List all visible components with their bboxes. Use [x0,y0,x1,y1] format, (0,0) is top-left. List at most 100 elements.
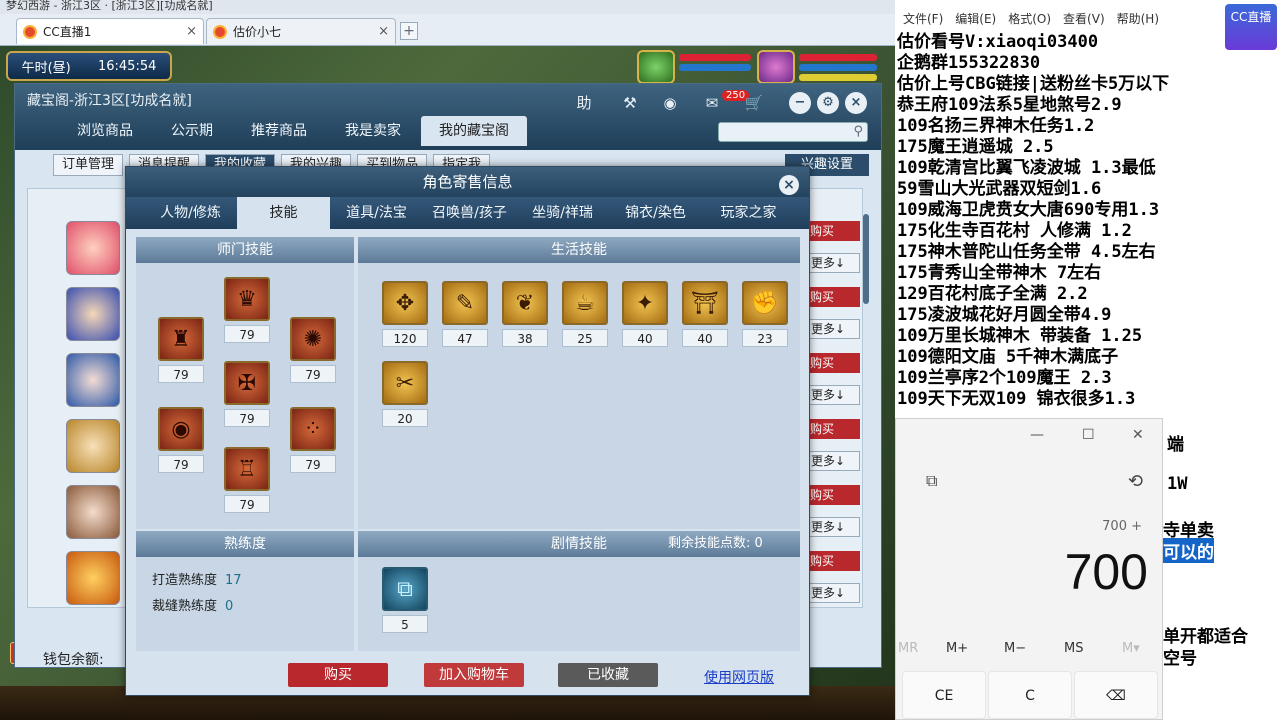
proficiency-value: 17 [225,573,242,588]
list-scrollbar[interactable] [863,214,869,304]
tab-clothes[interactable]: 锦衣/染色 [609,197,702,229]
more-button[interactable]: 更多↓ [806,451,860,471]
avatar[interactable] [66,419,120,473]
hammer-icon[interactable]: ⚒ [619,92,641,114]
more-button[interactable]: 更多↓ [806,253,860,273]
nav-seller[interactable]: 我是卖家 [327,116,419,146]
cbg-search-input[interactable]: ⚲ [718,122,868,142]
life-skill[interactable]: ✊ 23 [742,281,788,347]
more-button[interactable]: 更多↓ [806,385,860,405]
buy-button[interactable]: 购买 [806,287,860,307]
notepad-text[interactable]: 估价看号V:xiaoqi03400 企鹅群155322830 估价上号CBG链接… [897,32,1280,410]
player-avatar[interactable] [757,50,795,84]
avatar[interactable] [66,551,120,605]
menu-view[interactable]: 查看(V) [1063,10,1105,27]
nav-my-cbg[interactable]: 我的藏宝阁 [421,116,527,146]
ce-button[interactable]: CE [902,671,986,719]
nav-browse[interactable]: 浏览商品 [59,116,151,146]
keep-on-top-icon[interactable]: ⧉ [926,471,937,491]
life-skill[interactable]: ☕ 25 [562,281,608,347]
school-skill[interactable]: ✺ 79 [290,317,336,383]
more-button[interactable]: 更多↓ [806,583,860,603]
school-skills-header: 师门技能 [136,237,354,263]
school-skill[interactable]: ♖ 79 [224,447,270,513]
story-skill[interactable]: ⧉ 5 [382,567,428,633]
ms-button[interactable]: MS [1064,641,1083,656]
avatar[interactable] [66,353,120,407]
life-skill[interactable]: ⛩ 40 [682,281,728,347]
text-line: 恭王府109法系5星地煞号2.9 [897,95,1122,115]
buy-button[interactable]: 购买 [806,419,860,439]
record-icon[interactable]: ◉ [659,92,681,114]
life-skill[interactable]: ✥ 120 [382,281,428,347]
notepad-text-behind-calculator: 端 1W 寺单卖 可以的 单开都适合 空号 [1163,418,1280,720]
add-to-cart-button[interactable]: 加入购物车 [424,663,524,687]
tab-pets[interactable]: 召唤兽/孩子 [423,197,516,229]
web-version-link[interactable]: 使用网页版 [704,667,774,687]
help-button[interactable]: 助 [573,92,595,114]
message-icon[interactable]: ✉ [701,92,723,114]
buy-button[interactable]: 购买 [806,353,860,373]
minimize-icon[interactable]: — [1030,427,1044,443]
school-skill[interactable]: ⁘ 79 [290,407,336,473]
modal-tabs: 人物/修炼 技能 道具/法宝 召唤兽/孩子 坐骑/祥瑞 锦衣/染色 玩家之家 [126,197,809,229]
more-button[interactable]: 更多↓ [806,319,860,339]
history-icon[interactable]: ⟲ [1128,471,1143,492]
school-skill[interactable]: ♛ 79 [224,277,270,343]
buy-button[interactable]: 购买 [806,485,860,505]
memory-list-button[interactable]: M▾ [1122,641,1140,656]
browser-tab-bar: CC直播1 × 估价小七 × + [0,14,895,46]
buy-button[interactable]: 购买 [806,551,860,571]
more-button[interactable]: 更多↓ [806,517,860,537]
avatar[interactable] [66,287,120,341]
close-icon[interactable]: × [779,175,799,195]
browser-tab-estimate[interactable]: 估价小七 × [206,18,396,44]
close-icon[interactable]: × [378,24,389,39]
text-line: 估价上号CBG链接|送粉丝卡5万以下 [897,74,1170,94]
school-skill[interactable]: ♜ 79 [158,317,204,383]
menu-format[interactable]: 格式(O) [1008,10,1051,27]
life-skill[interactable]: ✂ 20 [382,361,428,427]
close-icon[interactable]: ✕ [1132,427,1144,443]
minimize-icon[interactable]: − [789,92,811,114]
tab-home[interactable]: 玩家之家 [702,197,795,229]
backspace-button[interactable]: ⌫ [1074,671,1158,719]
nav-publicity[interactable]: 公示期 [153,116,231,146]
clear-button[interactable]: C [988,671,1072,719]
skill-emblem-icon: ✺ [290,317,336,361]
life-skill[interactable]: ❦ 38 [502,281,548,347]
nav-recommend[interactable]: 推荐商品 [233,116,325,146]
close-icon[interactable]: × [845,92,867,114]
m-minus-button[interactable]: M− [1004,641,1026,656]
browser-tab-cc[interactable]: CC直播1 × [16,18,204,44]
close-icon[interactable]: × [186,24,197,39]
mr-button[interactable]: MR [898,641,918,656]
favorited-button[interactable]: 已收藏 [558,663,658,687]
buy-button[interactable]: 购买 [806,221,860,241]
tab-character[interactable]: 人物/修炼 [144,197,237,229]
buy-button[interactable]: 购买 [288,663,388,687]
tab-mounts[interactable]: 坐骑/祥瑞 [516,197,609,229]
life-skill[interactable]: ✎ 47 [442,281,488,347]
life-skills-header: 生活技能 [358,237,800,263]
menu-file[interactable]: 文件(F) [903,10,943,27]
maximize-icon[interactable]: ☐ [1082,427,1095,443]
avatar[interactable] [66,485,120,539]
school-skill[interactable]: ✠ 79 [224,361,270,427]
search-icon[interactable]: ⚲ [853,124,863,139]
text-line: 109乾清宫比翼飞凌波城 1.3最低 [897,158,1156,178]
settings-icon[interactable]: ⚙ [817,92,839,114]
tab-skills[interactable]: 技能 [237,197,330,229]
story-skills-title: 剧情技能 [551,536,607,552]
cart-icon[interactable]: 🛒 [743,92,765,114]
school-skill[interactable]: ◉ 79 [158,407,204,473]
menu-help[interactable]: 帮助(H) [1117,10,1159,27]
pet-avatar[interactable] [637,50,675,84]
avatar[interactable] [66,221,120,275]
new-tab-button[interactable]: + [400,22,418,40]
life-skill[interactable]: ✦ 40 [622,281,668,347]
tab-items[interactable]: 道具/法宝 [330,197,423,229]
subnav-orders[interactable]: 订单管理 [53,154,124,176]
m-plus-button[interactable]: M+ [946,641,968,656]
menu-edit[interactable]: 编辑(E) [955,10,996,27]
